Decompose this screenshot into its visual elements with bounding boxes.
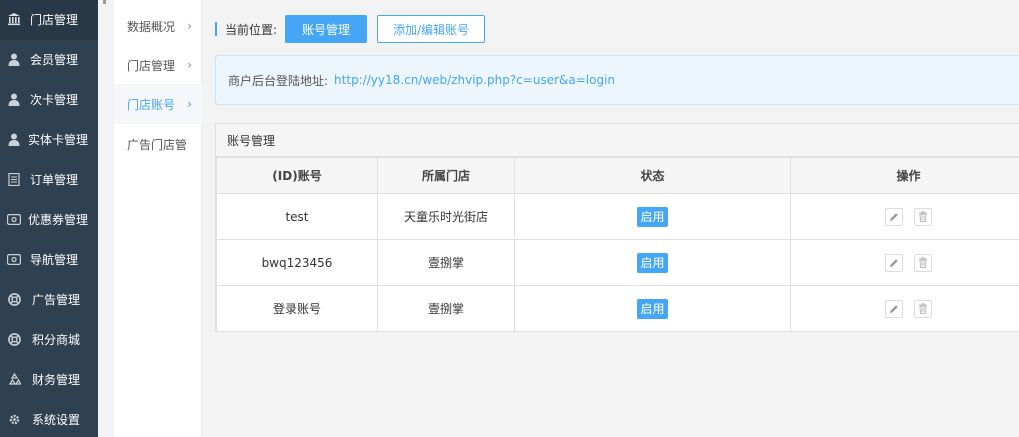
recycle-icon xyxy=(7,372,21,386)
column-header-account: (ID)账号 xyxy=(216,157,378,194)
trash-icon xyxy=(919,257,928,268)
user-icon xyxy=(7,92,21,106)
cell-account: bwq123456 xyxy=(216,239,378,286)
cell-actions xyxy=(790,239,1019,286)
cell-store: 天童乐时光街店 xyxy=(377,193,515,240)
sidebar-item-label: 系统设置 xyxy=(32,413,81,427)
sidebar-item-label: 会员管理 xyxy=(30,53,79,67)
sidebar-item-label: 财务管理 xyxy=(32,373,81,387)
sidebar-item-label: 广告管理 xyxy=(32,293,81,307)
account-table: (ID)账号 所属门店 状态 操作 test 天童乐时光街店 启用 bwq123… xyxy=(216,157,1019,332)
submenu-item-label: 数据概况 xyxy=(127,19,176,34)
sidebar-item-label: 门店管理 xyxy=(30,13,79,27)
account-panel: 账号管理 (ID)账号 所属门店 状态 操作 test 天童乐时光街店 启用 b… xyxy=(215,123,1019,332)
edit-button[interactable] xyxy=(884,253,903,272)
pencil-icon xyxy=(889,258,898,267)
cell-status: 启用 xyxy=(514,193,791,240)
sidebar-item-label: 实体卡管理 xyxy=(28,133,89,147)
cell-status: 启用 xyxy=(514,285,791,332)
account-management-button[interactable]: 账号管理 xyxy=(285,15,368,43)
submenu-item-label: 广告门店管 xyxy=(127,137,188,152)
sidebar-item-label: 积分商城 xyxy=(32,333,81,347)
pencil-icon xyxy=(889,212,898,221)
trash-icon xyxy=(919,303,928,314)
sidebar-item-store-management[interactable]: 门店管理 xyxy=(0,0,98,40)
login-url-info: 商户后台登陆地址: http://yy18.cn/web/zhvip.php?c… xyxy=(215,55,1019,105)
trash-icon xyxy=(919,211,928,222)
table-row: 登录账号 壹捌掌 启用 xyxy=(216,285,1019,332)
main-sidebar: 门店管理 会员管理 次卡管理 实体卡管理 订单管理 优惠券管理 导航管理 广告管… xyxy=(0,0,98,437)
cell-store: 壹捌掌 xyxy=(377,285,515,332)
gear-icon xyxy=(7,412,21,426)
edit-button[interactable] xyxy=(884,299,903,318)
breadcrumb: 当前位置: 账号管理 添加/编辑账号 xyxy=(215,15,486,43)
ticket-icon xyxy=(7,252,21,266)
cell-actions xyxy=(790,285,1019,332)
column-header-actions: 操作 xyxy=(790,157,1019,194)
status-badge[interactable]: 启用 xyxy=(637,298,668,319)
table-row: test 天童乐时光街店 启用 xyxy=(216,193,1019,240)
cell-actions xyxy=(790,193,1019,240)
sidebar-gap xyxy=(98,0,114,437)
sidebar-item-label: 优惠券管理 xyxy=(28,213,89,227)
sidebar-item-label: 导航管理 xyxy=(30,253,79,267)
submenu-item-ad-store[interactable]: 广告门店管 xyxy=(114,124,202,164)
table-header-row: (ID)账号 所属门店 状态 操作 xyxy=(216,157,1019,194)
status-badge[interactable]: 启用 xyxy=(637,206,668,227)
delete-button[interactable] xyxy=(914,253,933,272)
document-icon xyxy=(7,172,21,186)
delete-button[interactable] xyxy=(914,299,933,318)
submenu-item-store-account[interactable]: 门店账号 › xyxy=(114,84,202,124)
panel-title: 账号管理 xyxy=(216,124,1019,157)
sidebar-item-label: 次卡管理 xyxy=(30,93,79,107)
table-row: bwq123456 壹捌掌 启用 xyxy=(216,239,1019,286)
sidebar-item-label: 订单管理 xyxy=(30,173,79,187)
status-badge[interactable]: 启用 xyxy=(637,252,668,273)
breadcrumb-label: 当前位置: xyxy=(225,22,278,37)
submenu-item-label: 门店管理 xyxy=(127,58,176,73)
login-url-link[interactable]: http://yy18.cn/web/zhvip.php?c=user&a=lo… xyxy=(334,73,615,87)
chevron-right-icon: › xyxy=(187,19,192,33)
chevron-right-icon: › xyxy=(187,97,192,111)
bank-icon xyxy=(7,12,21,26)
submenu-item-data-overview[interactable]: 数据概况 › xyxy=(114,6,202,46)
cell-account: 登录账号 xyxy=(216,285,378,332)
submenu-item-label: 门店账号 xyxy=(127,97,176,112)
scroll-tick xyxy=(103,0,106,4)
cell-status: 启用 xyxy=(514,239,791,286)
chevron-right-icon: › xyxy=(187,58,192,72)
column-header-store: 所属门店 xyxy=(377,157,515,194)
user-icon xyxy=(7,52,21,66)
column-header-status: 状态 xyxy=(514,157,791,194)
lifebuoy-icon xyxy=(7,332,21,346)
edit-button[interactable] xyxy=(884,207,903,226)
cell-account: test xyxy=(216,193,378,240)
main-content: 当前位置: 账号管理 添加/编辑账号 商户后台登陆地址: http://yy18… xyxy=(203,0,1019,437)
cell-store: 壹捌掌 xyxy=(377,239,515,286)
submenu-panel: 数据概况 › 门店管理 › 门店账号 › 广告门店管 xyxy=(114,0,202,437)
delete-button[interactable] xyxy=(914,207,933,226)
add-edit-account-button[interactable]: 添加/编辑账号 xyxy=(377,15,486,43)
pencil-icon xyxy=(889,304,898,313)
breadcrumb-marker xyxy=(215,22,217,36)
lifebuoy-icon xyxy=(7,292,21,306)
login-url-label: 商户后台登陆地址: xyxy=(228,73,329,88)
submenu-item-store-management[interactable]: 门店管理 › xyxy=(114,45,202,85)
